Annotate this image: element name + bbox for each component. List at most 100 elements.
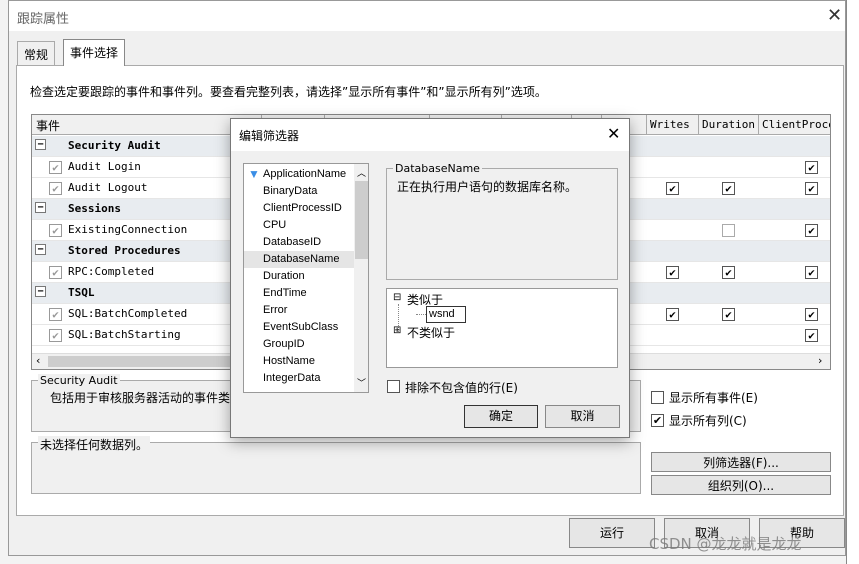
exclude-empty-label: 排除不包含值的行(E) [405, 381, 518, 395]
column-list-item[interactable]: ▼ ApplicationName [244, 166, 354, 183]
column-name: DatabaseName [263, 253, 340, 265]
event-name: ExistingConnection [68, 223, 188, 236]
client-checkbox[interactable]: ✔ [805, 329, 818, 342]
category-name: Stored Procedures [68, 244, 181, 257]
column-filter-button[interactable]: 列筛选器(F)... [651, 452, 831, 472]
duration-checkbox[interactable]: ✔ [722, 308, 735, 321]
event-checkbox[interactable]: ✔ [49, 308, 62, 321]
category-name: Sessions [68, 202, 121, 215]
column-list-item[interactable]: DatabaseName [244, 251, 354, 268]
scroll-left-icon[interactable]: ‹ [36, 354, 40, 367]
column-name: GroupID [263, 338, 305, 350]
show-all-columns-label: 显示所有列(C) [669, 414, 747, 428]
column-header[interactable]: 事件 [32, 115, 262, 135]
tab-general[interactable]: 常规 [17, 41, 56, 66]
info-text: 正在执行用户语句的数据库名称。 [397, 180, 578, 194]
event-group-label: Security Audit [38, 374, 120, 387]
collapse-icon[interactable]: − [35, 202, 46, 213]
run-button[interactable]: 运行 [569, 518, 655, 548]
column-name: EventSubClass [263, 321, 339, 333]
show-all-events-label: 显示所有事件(E) [669, 391, 758, 405]
column-list-item[interactable]: EndTime [244, 285, 354, 302]
column-list-item[interactable]: Error [244, 302, 354, 319]
duration-checkbox[interactable] [722, 224, 735, 237]
column-name: Duration [263, 270, 305, 282]
column-info-group: DatabaseName 正在执行用户语句的数据库名称。 [386, 162, 618, 280]
collapse-icon[interactable]: − [35, 286, 46, 297]
event-name: Audit Login [68, 160, 141, 173]
checkbox-box[interactable] [387, 380, 400, 393]
client-checkbox[interactable]: ✔ [805, 182, 818, 195]
column-list-item[interactable]: ClientProcessID [244, 200, 354, 217]
like-value-input[interactable]: wsnd [426, 306, 466, 323]
collapse-icon[interactable]: ⊟ [393, 292, 401, 303]
column-name: HostName [263, 355, 315, 367]
writes-checkbox[interactable]: ✔ [666, 266, 679, 279]
checkbox-box[interactable] [651, 391, 664, 404]
event-checkbox[interactable]: ✔ [49, 182, 62, 195]
edit-filter-dialog: 编辑筛选器 ✕ IntegerData HostName GroupID EventS… [230, 118, 630, 438]
watermark: CSDN @龙龙就是龙龙 [649, 535, 802, 553]
tab-event-selection[interactable]: 事件选择 [63, 39, 126, 66]
column-list-item[interactable]: BinaryData [244, 183, 354, 200]
event-name: SQL:BatchStarting [68, 328, 181, 341]
expand-icon[interactable]: ⊞ [393, 325, 401, 336]
duration-checkbox[interactable]: ✔ [722, 182, 735, 195]
writes-checkbox[interactable]: ✔ [666, 308, 679, 321]
duration-checkbox[interactable]: ✔ [722, 266, 735, 279]
column-name: Error [263, 304, 288, 316]
info-label: DatabaseName [393, 162, 482, 175]
event-group-text: 包括用于审核服务器活动的事件类 [50, 391, 231, 405]
collapse-icon[interactable]: − [35, 139, 46, 150]
column-list[interactable]: IntegerData HostName GroupID EventSubClass E… [243, 163, 369, 393]
scroll-down-icon[interactable]: ﹀ [357, 376, 366, 389]
event-checkbox[interactable]: ✔ [49, 266, 62, 279]
writes-checkbox[interactable]: ✔ [666, 182, 679, 195]
dialog-title: 编辑筛选器 [239, 129, 300, 143]
title-bar: 跟踪属性 ✕ [9, 1, 845, 31]
column-name: CPU [263, 219, 287, 231]
column-header[interactable]: Writes [647, 115, 699, 135]
client-checkbox[interactable]: ✔ [805, 224, 818, 237]
background-app [846, 0, 859, 564]
client-checkbox[interactable]: ✔ [805, 308, 818, 321]
scroll-right-icon[interactable]: › [818, 354, 822, 367]
close-icon[interactable]: ✕ [607, 124, 620, 143]
column-header[interactable]: Duration [699, 115, 759, 135]
collapse-icon[interactable]: − [35, 244, 46, 255]
category-name: Security Audit [68, 139, 161, 152]
ok-button[interactable]: 确定 [464, 405, 538, 428]
window-title: 跟踪属性 [17, 12, 70, 27]
column-name: EndTime [263, 287, 307, 299]
column-list-item[interactable]: CPU [244, 217, 354, 234]
column-description-group: 未选择任何数据列。 [31, 436, 641, 494]
column-name: DatabaseID [263, 236, 322, 248]
filter-condition-tree[interactable]: ⊟ 类似于 wsnd ⊞ 不类似于 [386, 288, 618, 368]
organize-columns-button[interactable]: 组织列(O)... [651, 475, 831, 495]
dialog-cancel-button[interactable]: 取消 [545, 405, 620, 428]
column-name: IntegerData [263, 372, 321, 384]
column-list-item[interactable]: GroupID [244, 336, 354, 353]
instructions: 检查选定要跟踪的事件和事件列。要查看完整列表，请选择”显示所有事件”和”显示所有… [30, 85, 547, 99]
event-checkbox[interactable]: ✔ [49, 161, 62, 174]
dialog-title-bar: 编辑筛选器 ✕ [231, 119, 629, 151]
column-list-item[interactable]: DatabaseID [244, 234, 354, 251]
event-checkbox[interactable]: ✔ [49, 329, 62, 342]
vertical-scrollbar[interactable]: ︿ ﹀ [354, 164, 368, 392]
event-name: SQL:BatchCompleted [68, 307, 188, 320]
column-header[interactable]: ClientProce [759, 115, 830, 135]
tree-node-not-like[interactable]: 不类似于 [407, 324, 455, 341]
column-list-item[interactable]: IntegerData [244, 370, 354, 387]
scroll-up-icon[interactable]: ︿ [357, 166, 366, 179]
column-list-item[interactable]: HostName [244, 353, 354, 370]
event-checkbox[interactable]: ✔ [49, 224, 62, 237]
scroll-thumb[interactable] [355, 181, 368, 259]
client-checkbox[interactable]: ✔ [805, 266, 818, 279]
column-list-item[interactable]: EventSubClass [244, 319, 354, 336]
column-list-item[interactable]: Duration [244, 268, 354, 285]
column-name: ClientProcessID [263, 202, 342, 214]
client-checkbox[interactable]: ✔ [805, 161, 818, 174]
close-icon[interactable]: ✕ [827, 5, 842, 26]
event-name: RPC:Completed [68, 265, 155, 278]
checkbox-box[interactable]: ✔ [651, 414, 664, 427]
